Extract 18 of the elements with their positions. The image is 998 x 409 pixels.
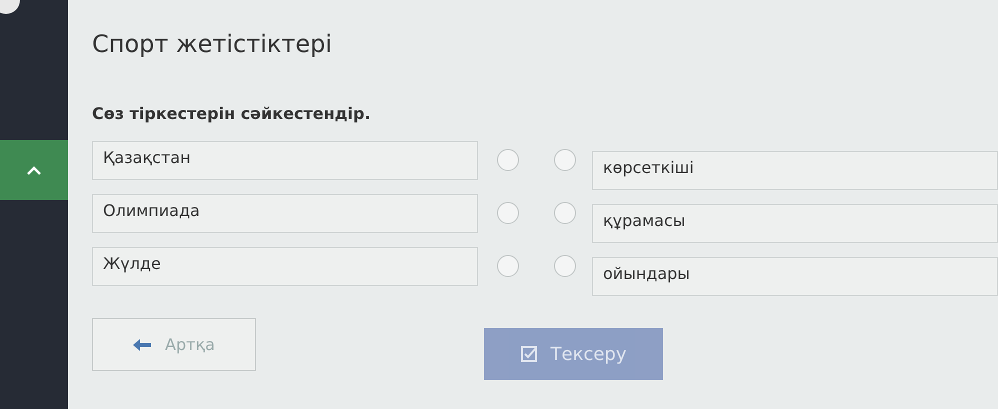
answer-option[interactable]: Олимпиада [92,194,478,233]
page-title: Спорт жетістіктері [92,30,333,58]
answer-option[interactable]: құрамасы [592,204,998,243]
radio-button[interactable] [497,202,519,224]
radio-button[interactable] [497,255,519,277]
answer-option[interactable]: Жүлде [92,247,478,286]
answer-option[interactable]: ойындары [592,257,998,296]
radio-button[interactable] [554,149,576,171]
instruction-text: Сөз тіркестерін сәйкестендір. [92,104,372,123]
radio-button[interactable] [554,202,576,224]
answer-option[interactable]: көрсеткіші [592,151,998,190]
radio-button[interactable] [554,255,576,277]
arrow-left-icon [133,338,152,350]
collapse-panel[interactable] [0,140,68,200]
radio-button[interactable] [497,149,519,171]
answer-option[interactable]: Қазақстан [92,141,478,180]
checkbox-icon [520,346,536,362]
chevron-up-icon [27,166,41,174]
